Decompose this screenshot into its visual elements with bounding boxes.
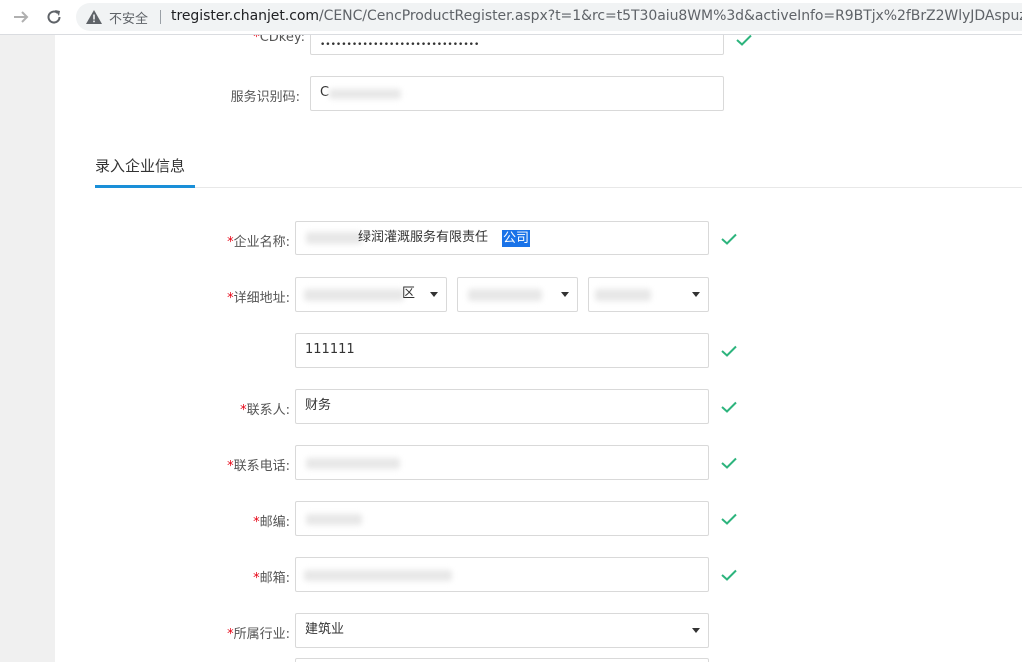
section-divider <box>95 187 1022 188</box>
redacted-text <box>595 289 651 301</box>
valid-check-icon <box>721 345 737 357</box>
reload-icon <box>47 10 61 24</box>
address-label: *详细地址: <box>227 291 290 306</box>
postcode-label: *邮编: <box>253 515 290 530</box>
selected-text: 公司 <box>502 230 531 247</box>
redacted-text <box>306 458 400 469</box>
registration-page: *CDkey: •••••••••••••••••••••••••••••• 服… <box>55 35 1022 662</box>
district-select[interactable] <box>588 277 709 312</box>
divider <box>160 10 161 24</box>
address-bar[interactable]: 不安全 tregister.chanjet.com/CENC/CencProdu… <box>76 3 1022 31</box>
company-name-input[interactable]: 绿润灌溉服务有限责任 公司 <box>295 221 709 255</box>
chevron-down-icon <box>692 628 700 633</box>
active-tab-indicator <box>95 185 195 188</box>
valid-check-icon <box>721 569 737 581</box>
cdkey-field[interactable]: •••••••••••••••••••••••••••••• <box>310 35 724 55</box>
city-select[interactable] <box>457 277 578 312</box>
valid-check-icon <box>721 513 737 525</box>
warning-icon <box>86 10 102 24</box>
email-label: *邮箱: <box>253 571 290 586</box>
next-field[interactable] <box>295 658 709 662</box>
service-code-field[interactable]: C <box>310 76 724 111</box>
url-path: /CENC/CencProductRegister.aspx?t=1&rc=t5… <box>318 8 1022 24</box>
industry-label: *所属行业: <box>227 627 290 642</box>
industry-select[interactable]: 建筑业 <box>295 613 709 648</box>
security-status[interactable]: 不安全 <box>109 8 148 27</box>
browser-toolbar: 不安全 tregister.chanjet.com/CENC/CencProdu… <box>0 0 1022 35</box>
contact-label: *联系人: <box>240 403 290 418</box>
chevron-down-icon <box>430 292 438 297</box>
redacted-text <box>306 514 362 525</box>
chevron-down-icon <box>561 292 569 297</box>
phone-input[interactable] <box>295 445 709 480</box>
contact-input[interactable]: 财务 <box>295 389 709 424</box>
reload-button[interactable] <box>43 6 65 28</box>
forward-button[interactable] <box>10 6 32 28</box>
postcode-input[interactable] <box>295 501 709 536</box>
phone-label: *联系电话: <box>227 459 290 474</box>
url-text[interactable]: tregister.chanjet.com/CENC/CencProductRe… <box>171 8 1022 24</box>
redacted-text <box>468 289 542 301</box>
valid-check-icon <box>721 457 737 469</box>
valid-check-icon <box>721 233 737 245</box>
valid-check-icon <box>736 35 752 46</box>
company-name-label: *企业名称: <box>227 235 290 250</box>
chevron-down-icon <box>692 292 700 297</box>
province-select[interactable]: 区 <box>295 277 447 312</box>
valid-check-icon <box>721 401 737 413</box>
section-title[interactable]: 录入企业信息 <box>95 155 185 176</box>
redacted-text <box>304 570 452 581</box>
email-input[interactable] <box>295 557 709 592</box>
arrow-right-icon <box>14 11 29 23</box>
redacted-text <box>329 89 401 99</box>
redacted-text <box>306 232 362 244</box>
redacted-text <box>304 289 404 301</box>
cdkey-label: *CDkey: <box>253 35 305 45</box>
url-host: tregister.chanjet.com <box>171 8 319 24</box>
service-code-label: 服务识别码: <box>230 90 300 105</box>
page-left-margin <box>0 35 55 662</box>
address-detail-input[interactable]: 111111 <box>295 333 709 368</box>
